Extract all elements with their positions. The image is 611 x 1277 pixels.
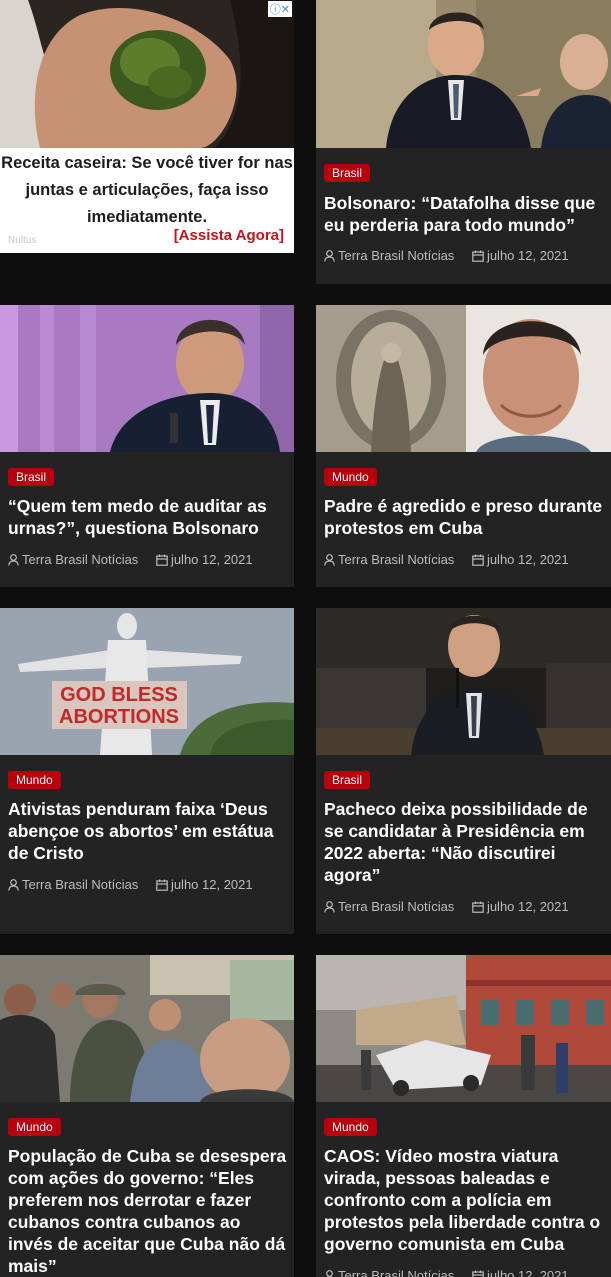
user-icon — [324, 554, 335, 569]
ad-choices-icon[interactable]: ⓘ✕ — [267, 1, 292, 17]
article-meta: Terra Brasil Notícias julho 12, 2021 — [8, 877, 290, 894]
calendar-icon — [472, 1270, 484, 1277]
article-title[interactable]: CAOS: Vídeo mostra viatura virada, pesso… — [324, 1145, 605, 1255]
user-icon — [8, 879, 19, 894]
calendar-icon — [156, 879, 168, 894]
article-author[interactable]: Terra Brasil Notícias — [338, 899, 454, 914]
article-thumbnail[interactable]: GOD BLESS ABORTIONS — [0, 608, 294, 755]
category-badge[interactable]: Brasil — [324, 771, 371, 789]
banner-text: ABORTIONS — [59, 706, 179, 728]
article-meta: Terra Brasil Notícias julho 12, 2021 — [324, 899, 607, 916]
article-date[interactable]: julho 12, 2021 — [171, 877, 253, 892]
banner-text: GOD BLESS — [60, 684, 178, 706]
calendar-icon — [472, 901, 484, 916]
article-title[interactable]: Pacheco deixa possibilidade de se candid… — [324, 798, 605, 886]
article-thumbnail[interactable] — [0, 305, 294, 452]
article-meta: Terra Brasil Notícias julho 12, 2021 — [324, 248, 607, 265]
article-thumbnail[interactable] — [316, 955, 611, 1102]
article-title[interactable]: Ativistas penduram faixa ‘Deus abençoe o… — [8, 798, 288, 864]
article-meta: Terra Brasil Notícias julho 12, 2021 — [8, 552, 290, 569]
category-badge[interactable]: Brasil — [324, 164, 371, 182]
article-card[interactable]: Mundo População de Cuba se desespera com… — [0, 955, 294, 1277]
article-date[interactable]: julho 12, 2021 — [487, 1268, 569, 1277]
article-title[interactable]: “Quem tem medo de auditar as urnas?”, qu… — [8, 495, 288, 539]
article-title[interactable]: Bolsonaro: “Datafolha disse que eu perde… — [324, 192, 605, 236]
category-badge[interactable]: Mundo — [324, 468, 377, 486]
article-title[interactable]: Padre é agredido e preso durante protest… — [324, 495, 605, 539]
article-card[interactable]: GOD BLESS ABORTIONS Mundo Ativistas pend… — [0, 608, 294, 934]
category-badge[interactable]: Mundo — [8, 771, 61, 789]
user-icon — [324, 1270, 335, 1277]
category-badge[interactable]: Brasil — [8, 468, 55, 486]
ad-headline[interactable]: Receita caseira: Se você tiver for nas j… — [0, 148, 294, 231]
ad-cta-link[interactable]: [Assista Agora] — [174, 227, 284, 244]
calendar-icon — [156, 554, 168, 569]
article-thumbnail[interactable] — [316, 0, 611, 148]
ad-image — [0, 0, 294, 148]
calendar-icon — [472, 554, 484, 569]
calendar-icon — [472, 250, 484, 265]
article-date[interactable]: julho 12, 2021 — [171, 552, 253, 567]
category-badge[interactable]: Mundo — [8, 1118, 61, 1136]
article-card[interactable]: Brasil Pacheco deixa possibilidade de se… — [316, 608, 611, 934]
advertisement[interactable]: ⓘ✕ Receita caseira: Se você tiver for na… — [0, 0, 294, 253]
user-icon — [8, 554, 19, 569]
article-card[interactable]: Mundo Padre é agredido e preso durante p… — [316, 305, 611, 587]
article-title[interactable]: População de Cuba se desespera com ações… — [8, 1145, 288, 1277]
article-thumbnail[interactable] — [0, 955, 294, 1102]
article-card[interactable]: Mundo CAOS: Vídeo mostra viatura virada,… — [316, 955, 611, 1277]
article-date[interactable]: julho 12, 2021 — [487, 899, 569, 914]
article-card[interactable]: Brasil Bolsonaro: “Datafolha disse que e… — [316, 0, 611, 284]
article-thumbnail[interactable] — [316, 608, 611, 755]
article-author[interactable]: Terra Brasil Notícias — [338, 248, 454, 263]
article-author[interactable]: Terra Brasil Notícias — [22, 877, 138, 892]
category-badge[interactable]: Mundo — [324, 1118, 377, 1136]
user-icon — [324, 250, 335, 265]
ad-brand: Nultus — [8, 235, 37, 246]
article-meta: Terra Brasil Notícias julho 12, 2021 — [324, 552, 607, 569]
user-icon — [324, 901, 335, 916]
article-date[interactable]: julho 12, 2021 — [487, 552, 569, 567]
article-date[interactable]: julho 12, 2021 — [487, 248, 569, 263]
article-thumbnail[interactable] — [316, 305, 611, 452]
article-author[interactable]: Terra Brasil Notícias — [338, 552, 454, 567]
article-author[interactable]: Terra Brasil Notícias — [22, 552, 138, 567]
article-card[interactable]: Brasil “Quem tem medo de auditar as urna… — [0, 305, 294, 587]
article-author[interactable]: Terra Brasil Notícias — [338, 1268, 454, 1277]
article-meta: Terra Brasil Notícias julho 12, 2021 — [324, 1268, 607, 1277]
